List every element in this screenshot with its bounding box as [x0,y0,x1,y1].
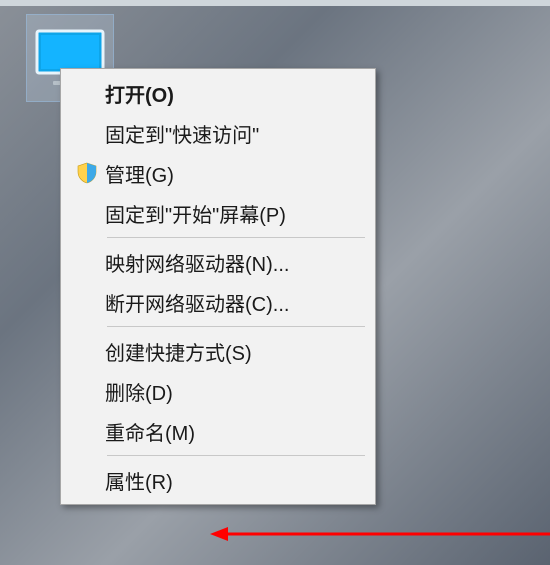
menu-separator [107,455,365,456]
menu-item-6[interactable]: 断开网络驱动器(C)... [63,282,373,322]
menu-item-3[interactable]: 固定到"开始"屏幕(P) [63,193,373,233]
menu-item-8[interactable]: 创建快捷方式(S) [63,331,373,371]
menu-item-1[interactable]: 固定到"快速访问" [63,113,373,153]
shield-icon [69,162,105,184]
context-menu: 打开(O) 固定到"快速访问" 管理(G) 固定到"开始"屏幕(P) 映射网络驱动器(N… [60,68,376,505]
menu-item-5[interactable]: 映射网络驱动器(N)... [63,242,373,282]
menu-item-label: 创建快捷方式(S) [105,337,365,366]
menu-item-label: 重命名(M) [105,417,365,446]
menu-separator [107,326,365,327]
window-top-edge [0,0,550,6]
menu-item-label: 打开(O) [105,79,365,108]
menu-item-label: 固定到"快速访问" [105,119,365,148]
menu-item-2[interactable]: 管理(G) [63,153,373,193]
menu-item-10[interactable]: 重命名(M) [63,411,373,451]
menu-item-label: 断开网络驱动器(C)... [105,288,365,317]
menu-item-label: 管理(G) [105,159,365,188]
menu-item-label: 固定到"开始"屏幕(P) [105,199,365,228]
annotation-arrow [210,524,550,544]
menu-item-label: 映射网络驱动器(N)... [105,248,365,277]
menu-item-label: 删除(D) [105,377,365,406]
menu-item-12[interactable]: 属性(R) [63,460,373,500]
menu-item-0[interactable]: 打开(O) [63,73,373,113]
menu-separator [107,237,365,238]
menu-item-label: 属性(R) [105,466,365,495]
menu-item-9[interactable]: 删除(D) [63,371,373,411]
